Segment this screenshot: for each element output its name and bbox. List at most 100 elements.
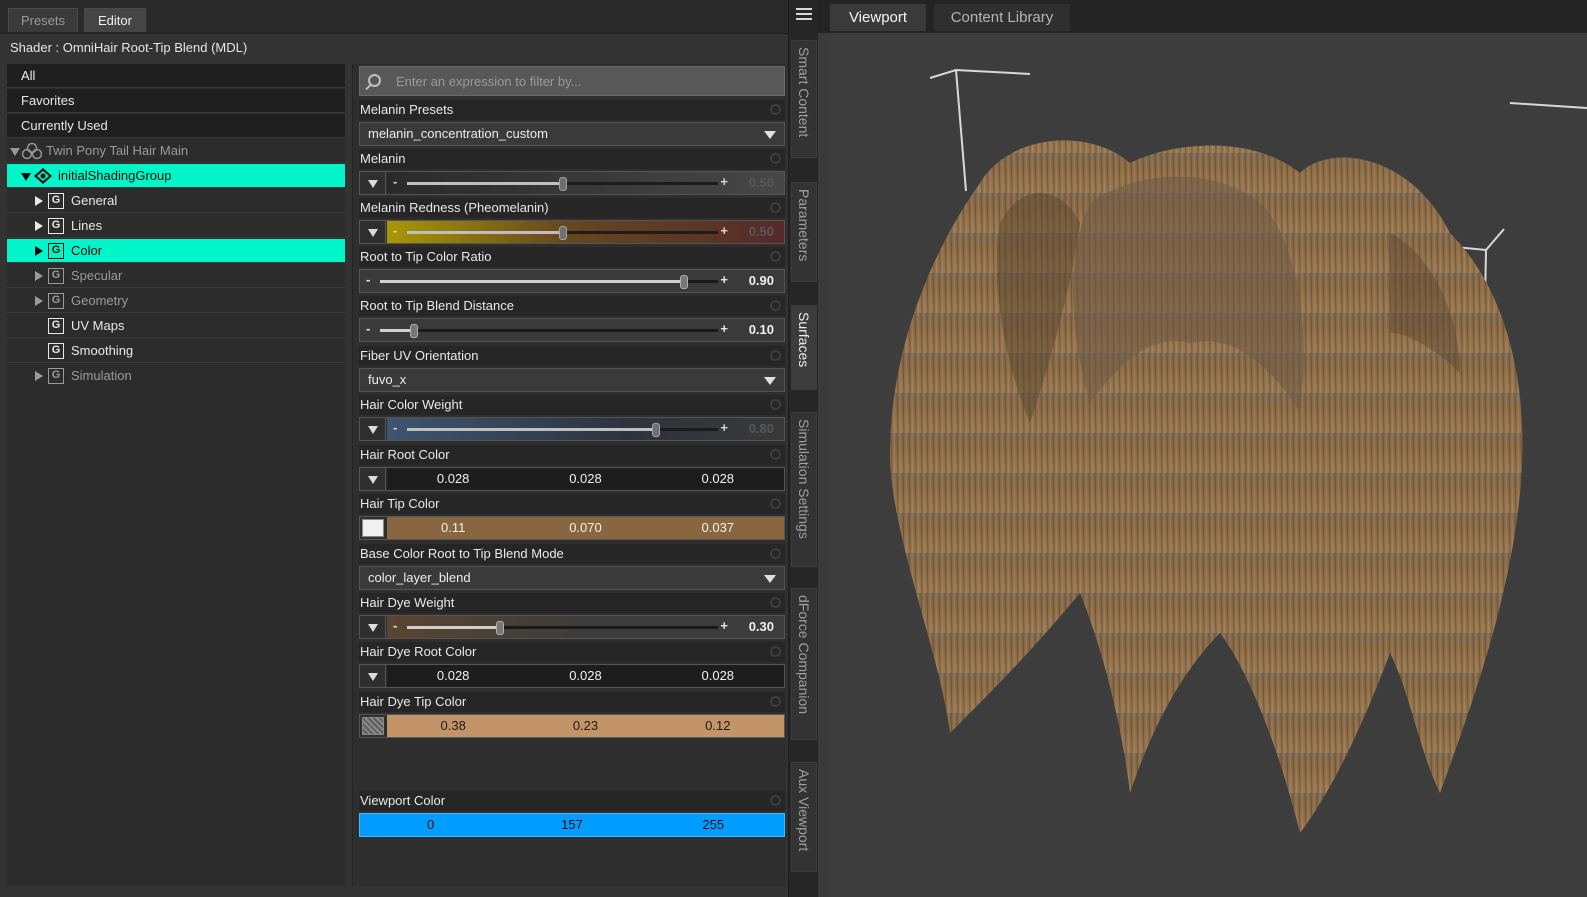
rgb-g-value[interactable]: 0.028 xyxy=(519,665,651,687)
rgb-values[interactable]: 0.028 0.028 0.028 xyxy=(387,468,784,490)
texture-swatch[interactable] xyxy=(362,519,384,537)
minus-icon[interactable]: - xyxy=(393,172,397,192)
tree-item-simulation[interactable]: G Simulation xyxy=(7,364,345,388)
slider-track[interactable] xyxy=(407,177,718,191)
gear-icon[interactable] xyxy=(770,350,781,361)
tree-item-specular[interactable]: G Specular xyxy=(7,264,345,288)
slider[interactable]: - + 0.50 xyxy=(387,172,784,194)
tree-item-geometry[interactable]: G Geometry xyxy=(7,289,345,313)
slider[interactable]: - + 0.80 xyxy=(387,418,784,440)
expand-arrow-icon[interactable] xyxy=(360,172,386,194)
minus-icon[interactable]: - xyxy=(366,270,370,290)
expand-arrow-icon[interactable] xyxy=(35,296,43,306)
rgb-b-value[interactable]: 255 xyxy=(643,814,784,836)
rgb-b-value[interactable]: 0.037 xyxy=(652,517,784,539)
rgb-values[interactable]: 0 157 255 xyxy=(360,814,784,836)
slider-value[interactable]: 0.30 xyxy=(749,616,774,638)
slider[interactable]: - + 0.90 xyxy=(360,270,784,292)
tree-item-smoothing[interactable]: G Smoothing xyxy=(7,339,345,363)
rgb-r-value[interactable]: 0.028 xyxy=(387,665,519,687)
rgb-b-value[interactable]: 0.028 xyxy=(652,665,784,687)
expand-arrow-icon[interactable] xyxy=(35,371,43,381)
gear-icon[interactable] xyxy=(770,449,781,460)
side-tab-dforce-companion[interactable]: dForce Companion xyxy=(791,588,817,740)
slider-track[interactable] xyxy=(407,226,718,240)
filter-input[interactable] xyxy=(396,70,780,92)
side-tab-surfaces[interactable]: Surfaces xyxy=(791,305,817,390)
tree-item-uv-maps[interactable]: G UV Maps xyxy=(7,314,345,338)
side-tab-aux-viewport[interactable]: Aux Viewport xyxy=(791,762,817,872)
slider-value[interactable]: 0.80 xyxy=(749,418,774,440)
side-tab-parameters[interactable]: Parameters xyxy=(791,182,817,282)
slider-track[interactable] xyxy=(407,621,718,635)
gear-icon[interactable] xyxy=(770,399,781,410)
magnifier-icon[interactable] xyxy=(368,74,381,87)
expand-arrow-icon[interactable] xyxy=(10,148,20,156)
plus-icon[interactable]: + xyxy=(720,270,728,290)
expand-arrow-icon[interactable] xyxy=(35,271,43,281)
tree-item-color[interactable]: G Color xyxy=(7,239,345,263)
slider[interactable]: - + 0.50 xyxy=(387,221,784,243)
minus-icon[interactable]: - xyxy=(393,418,397,438)
slider[interactable]: - + 0.30 xyxy=(387,616,784,638)
expand-arrow-icon[interactable] xyxy=(35,246,43,256)
rgb-g-value[interactable]: 0.23 xyxy=(519,715,651,737)
slider-knob[interactable] xyxy=(558,226,567,240)
gear-icon[interactable] xyxy=(770,300,781,311)
slider-knob[interactable] xyxy=(651,423,660,437)
plus-icon[interactable]: + xyxy=(720,319,728,339)
minus-icon[interactable]: - xyxy=(393,616,397,636)
expand-arrow-icon[interactable] xyxy=(360,665,386,687)
tab-content-library[interactable]: Content Library xyxy=(934,4,1070,31)
gear-icon[interactable] xyxy=(770,646,781,657)
expand-arrow-icon[interactable] xyxy=(35,196,43,206)
expand-arrow-icon[interactable] xyxy=(360,468,386,490)
slider-value[interactable]: 0.50 xyxy=(749,172,774,194)
gear-icon[interactable] xyxy=(770,696,781,707)
expand-arrow-icon[interactable] xyxy=(35,221,43,231)
gear-icon[interactable] xyxy=(770,795,781,806)
expand-arrow-icon[interactable] xyxy=(360,616,386,638)
plus-icon[interactable]: + xyxy=(720,616,728,636)
rgb-g-value[interactable]: 0.070 xyxy=(519,517,651,539)
expand-arrow-icon[interactable] xyxy=(21,173,31,181)
rgb-b-value[interactable]: 0.12 xyxy=(652,715,784,737)
rgb-b-value[interactable]: 0.028 xyxy=(652,468,784,490)
plus-icon[interactable]: + xyxy=(720,172,728,192)
tab-viewport[interactable]: Viewport xyxy=(830,4,926,31)
expand-arrow-icon[interactable] xyxy=(360,418,386,440)
gear-icon[interactable] xyxy=(770,597,781,608)
rgb-r-value[interactable]: 0 xyxy=(360,814,501,836)
gear-icon[interactable] xyxy=(770,251,781,262)
fiber-uv-dropdown[interactable]: fuvo_x xyxy=(359,368,785,392)
tree-item-lines[interactable]: G Lines xyxy=(7,214,345,238)
tab-editor[interactable]: Editor xyxy=(84,8,146,32)
gear-icon[interactable] xyxy=(770,548,781,559)
gear-icon[interactable] xyxy=(770,202,781,213)
rgb-r-value[interactable]: 0.028 xyxy=(387,468,519,490)
expand-arrow-icon[interactable] xyxy=(360,221,386,243)
hamburger-menu-icon[interactable] xyxy=(796,8,812,22)
side-tab-smart-content[interactable]: Smart Content xyxy=(791,40,817,158)
plus-icon[interactable]: + xyxy=(720,418,728,438)
blend-mode-dropdown[interactable]: color_layer_blend xyxy=(359,566,785,590)
plus-icon[interactable]: + xyxy=(720,221,728,241)
tree-item-currently-used[interactable]: Currently Used xyxy=(7,114,345,138)
side-tab-simulation-settings[interactable]: Simulation Settings xyxy=(791,412,817,567)
slider-track[interactable] xyxy=(380,275,718,289)
slider[interactable]: - + 0.10 xyxy=(360,319,784,341)
slider-knob[interactable] xyxy=(409,324,418,338)
tab-presets[interactable]: Presets xyxy=(8,8,78,32)
minus-icon[interactable]: - xyxy=(393,221,397,241)
slider-value[interactable]: 0.50 xyxy=(749,221,774,243)
slider-knob[interactable] xyxy=(558,177,567,191)
minus-icon[interactable]: - xyxy=(366,319,370,339)
rgb-g-value[interactable]: 157 xyxy=(501,814,642,836)
tree-item-all[interactable]: All xyxy=(7,64,345,88)
tree-item-figure[interactable]: Twin Pony Tail Hair Main xyxy=(7,139,345,163)
slider-value[interactable]: 0.90 xyxy=(749,270,774,292)
gear-icon[interactable] xyxy=(770,153,781,164)
tree-item-general[interactable]: G General xyxy=(7,189,345,213)
tree-item-shading-group[interactable]: initialShadingGroup xyxy=(7,164,345,188)
slider-knob[interactable] xyxy=(496,621,505,635)
